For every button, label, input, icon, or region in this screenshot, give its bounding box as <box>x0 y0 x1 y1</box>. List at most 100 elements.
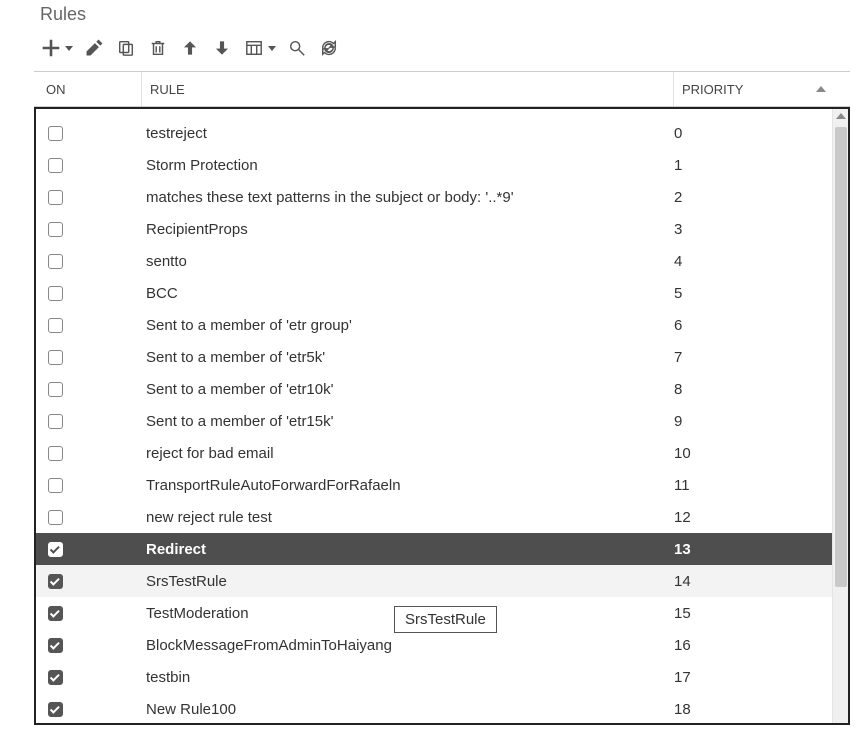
scroll-up-icon[interactable] <box>836 113 846 119</box>
table-row[interactable]: RecipientProps3 <box>36 213 832 245</box>
rule-priority: 5 <box>674 285 824 302</box>
check-icon <box>50 703 60 713</box>
table-row[interactable]: SrsTestRule14 <box>36 565 832 597</box>
rule-enabled-checkbox[interactable] <box>48 190 63 205</box>
copy-button[interactable] <box>115 37 137 59</box>
table-row[interactable]: testbin17 <box>36 661 832 693</box>
columns-dropdown-caret[interactable] <box>268 46 276 51</box>
column-header-rule[interactable]: RULE <box>142 72 674 106</box>
rule-name: BCC <box>142 285 674 302</box>
rule-enabled-checkbox[interactable] <box>48 382 63 397</box>
rule-name: testreject <box>142 125 674 142</box>
column-header-priority[interactable]: PRIORITY <box>674 72 834 106</box>
grid-body: testreject0Storm Protection1matches thes… <box>36 109 832 723</box>
rule-priority: 4 <box>674 253 824 270</box>
rule-priority: 14 <box>674 573 824 590</box>
rule-enabled-checkbox[interactable] <box>48 222 63 237</box>
rule-enabled-checkbox[interactable] <box>48 574 63 589</box>
rules-grid: ON RULE PRIORITY testreject0Storm Protec… <box>34 71 850 725</box>
table-row[interactable]: Sent to a member of 'etr15k'9 <box>36 405 832 437</box>
add-dropdown-caret[interactable] <box>65 46 73 51</box>
rule-priority: 1 <box>674 157 824 174</box>
rule-enabled-checkbox[interactable] <box>48 286 63 301</box>
table-row[interactable]: new reject rule test12 <box>36 501 832 533</box>
rule-name: Sent to a member of 'etr5k' <box>142 349 674 366</box>
table-row[interactable]: sentto4 <box>36 245 832 277</box>
table-row[interactable]: New Rule10018 <box>36 693 832 723</box>
rule-enabled-checkbox[interactable] <box>48 542 63 557</box>
table-row[interactable]: TestModeration15 <box>36 597 832 629</box>
toolbar <box>40 33 863 71</box>
grid-header: ON RULE PRIORITY <box>34 71 850 107</box>
rule-name: BlockMessageFromAdminToHaiyang <box>142 637 674 654</box>
column-header-on[interactable]: ON <box>34 72 142 106</box>
rule-name: New Rule100 <box>142 701 674 718</box>
rule-enabled-checkbox[interactable] <box>48 126 63 141</box>
table-row[interactable]: Storm Protection1 <box>36 149 832 181</box>
scroll-thumb[interactable] <box>835 127 847 587</box>
rule-enabled-checkbox[interactable] <box>48 414 63 429</box>
sort-ascending-icon <box>816 86 826 92</box>
rule-name: Sent to a member of 'etr group' <box>142 317 674 334</box>
rule-enabled-checkbox[interactable] <box>48 318 63 333</box>
rule-enabled-checkbox[interactable] <box>48 606 63 621</box>
table-row[interactable]: reject for bad email10 <box>36 437 832 469</box>
check-icon <box>50 543 60 553</box>
rule-priority: 15 <box>674 605 824 622</box>
table-row[interactable]: TransportRuleAutoForwardForRafaeln11 <box>36 469 832 501</box>
rule-name: Redirect <box>142 541 674 558</box>
rule-enabled-checkbox[interactable] <box>48 702 63 717</box>
delete-button[interactable] <box>147 37 169 59</box>
rule-name: Sent to a member of 'etr15k' <box>142 413 674 430</box>
rule-enabled-checkbox[interactable] <box>48 158 63 173</box>
table-row[interactable]: Sent to a member of 'etr10k'8 <box>36 373 832 405</box>
rule-priority: 2 <box>674 189 824 206</box>
table-row[interactable]: Sent to a member of 'etr5k'7 <box>36 341 832 373</box>
rule-name: matches these text patterns in the subje… <box>142 189 674 206</box>
search-button[interactable] <box>286 37 308 59</box>
rule-enabled-checkbox[interactable] <box>48 254 63 269</box>
rule-name: new reject rule test <box>142 509 674 526</box>
check-icon <box>50 639 60 649</box>
check-icon <box>50 607 60 617</box>
table-row[interactable]: Redirect13 <box>36 533 832 565</box>
edit-button[interactable] <box>83 37 105 59</box>
add-button[interactable] <box>40 37 62 59</box>
table-row[interactable]: BlockMessageFromAdminToHaiyang16 <box>36 629 832 661</box>
rule-priority: 8 <box>674 381 824 398</box>
rule-priority: 18 <box>674 701 824 718</box>
rule-priority: 6 <box>674 317 824 334</box>
table-row[interactable]: matches these text patterns in the subje… <box>36 181 832 213</box>
rule-enabled-checkbox[interactable] <box>48 670 63 685</box>
vertical-scrollbar[interactable] <box>832 109 848 723</box>
rule-name: Storm Protection <box>142 157 674 174</box>
page-title: Rules <box>40 4 863 25</box>
rule-priority: 12 <box>674 509 824 526</box>
move-down-button[interactable] <box>211 37 233 59</box>
rule-priority: 10 <box>674 445 824 462</box>
rule-priority: 13 <box>674 541 824 558</box>
rule-priority: 3 <box>674 221 824 238</box>
rule-name: testbin <box>142 669 674 686</box>
rule-name: TransportRuleAutoForwardForRafaeln <box>142 477 674 494</box>
column-header-priority-label: PRIORITY <box>682 82 743 97</box>
table-row[interactable]: Sent to a member of 'etr group'6 <box>36 309 832 341</box>
rule-priority: 9 <box>674 413 824 430</box>
rule-enabled-checkbox[interactable] <box>48 510 63 525</box>
rule-enabled-checkbox[interactable] <box>48 638 63 653</box>
table-row[interactable]: BCC5 <box>36 277 832 309</box>
refresh-button[interactable] <box>318 37 340 59</box>
rule-enabled-checkbox[interactable] <box>48 478 63 493</box>
rule-priority: 7 <box>674 349 824 366</box>
check-icon <box>50 671 60 681</box>
rule-name: TestModeration <box>142 605 674 622</box>
rule-priority: 16 <box>674 637 824 654</box>
move-up-button[interactable] <box>179 37 201 59</box>
rule-priority: 0 <box>674 125 824 142</box>
table-row[interactable]: testreject0 <box>36 117 832 149</box>
rule-name: reject for bad email <box>142 445 674 462</box>
rule-enabled-checkbox[interactable] <box>48 446 63 461</box>
rule-enabled-checkbox[interactable] <box>48 350 63 365</box>
columns-button[interactable] <box>243 37 265 59</box>
rule-name: Sent to a member of 'etr10k' <box>142 381 674 398</box>
